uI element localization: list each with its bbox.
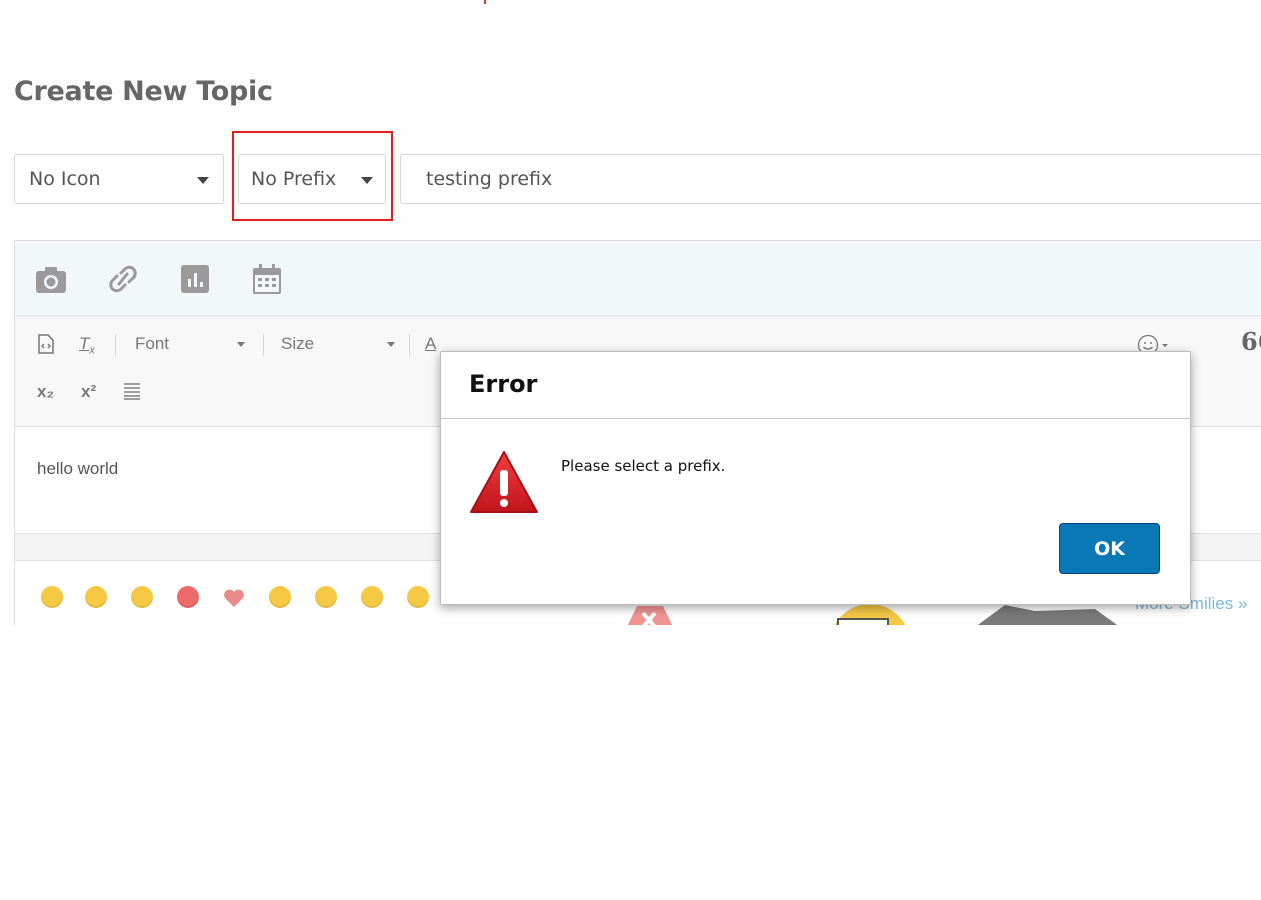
font-combo-label: Font <box>135 334 170 353</box>
error-dialog: Error Please select a prefix. OK <box>440 351 1191 605</box>
ok-button[interactable]: OK <box>1059 523 1160 574</box>
media-toolbar <box>15 241 1261 316</box>
surprised-icon[interactable] <box>361 586 383 608</box>
camera-icon[interactable] <box>35 263 67 295</box>
tongue-icon[interactable] <box>85 586 107 608</box>
remove-format-icon[interactable]: Tx <box>79 332 95 362</box>
toolbar-separator <box>115 334 116 356</box>
editor-content-text: hello world <box>37 459 119 478</box>
caret-down-icon <box>197 177 209 184</box>
size-combo-label: Size <box>281 334 315 353</box>
quote-icon[interactable]: 66 <box>1241 330 1261 354</box>
icon-select-value: No Icon <box>29 168 101 190</box>
decorative-shape-icon <box>977 605 1118 625</box>
toolbar-separator <box>409 334 410 356</box>
justify-icon[interactable] <box>123 382 141 407</box>
warning-icon <box>470 451 538 513</box>
text-color-icon[interactable]: A <box>425 332 436 356</box>
dialog-title: Error <box>469 370 538 398</box>
superscript-icon[interactable]: x² <box>81 380 96 404</box>
link-icon[interactable] <box>107 263 139 295</box>
calendar-icon[interactable] <box>251 263 283 295</box>
font-combo[interactable]: Font <box>135 332 245 356</box>
heart-icon[interactable] <box>223 588 245 608</box>
angry-icon[interactable] <box>177 586 199 608</box>
icon-select[interactable]: No Icon <box>14 154 224 204</box>
subject-value: testing prefix <box>426 168 553 190</box>
page: Create New Topic No Icon No Prefix testi… <box>0 0 1261 625</box>
smile-icon[interactable] <box>41 586 63 608</box>
prefix-highlight-box <box>232 131 393 221</box>
grin-icon[interactable] <box>269 586 291 608</box>
dialog-divider <box>441 418 1190 419</box>
dialog-message: Please select a prefix. <box>561 457 726 475</box>
red-marker <box>484 0 486 4</box>
size-combo[interactable]: Size <box>281 332 395 356</box>
toolbar-separator <box>263 334 264 356</box>
source-icon[interactable] <box>37 334 55 361</box>
wink-icon[interactable] <box>131 586 153 608</box>
dropdown-arrow-icon <box>237 342 245 347</box>
sad-icon[interactable] <box>315 586 337 608</box>
page-title: Create New Topic <box>14 76 273 107</box>
dropdown-arrow-icon <box>387 342 395 347</box>
subject-input[interactable]: testing prefix <box>400 154 1261 204</box>
unamused-icon[interactable] <box>407 586 429 608</box>
subscript-icon[interactable]: x₂ <box>37 380 54 404</box>
chart-icon[interactable] <box>179 263 211 295</box>
